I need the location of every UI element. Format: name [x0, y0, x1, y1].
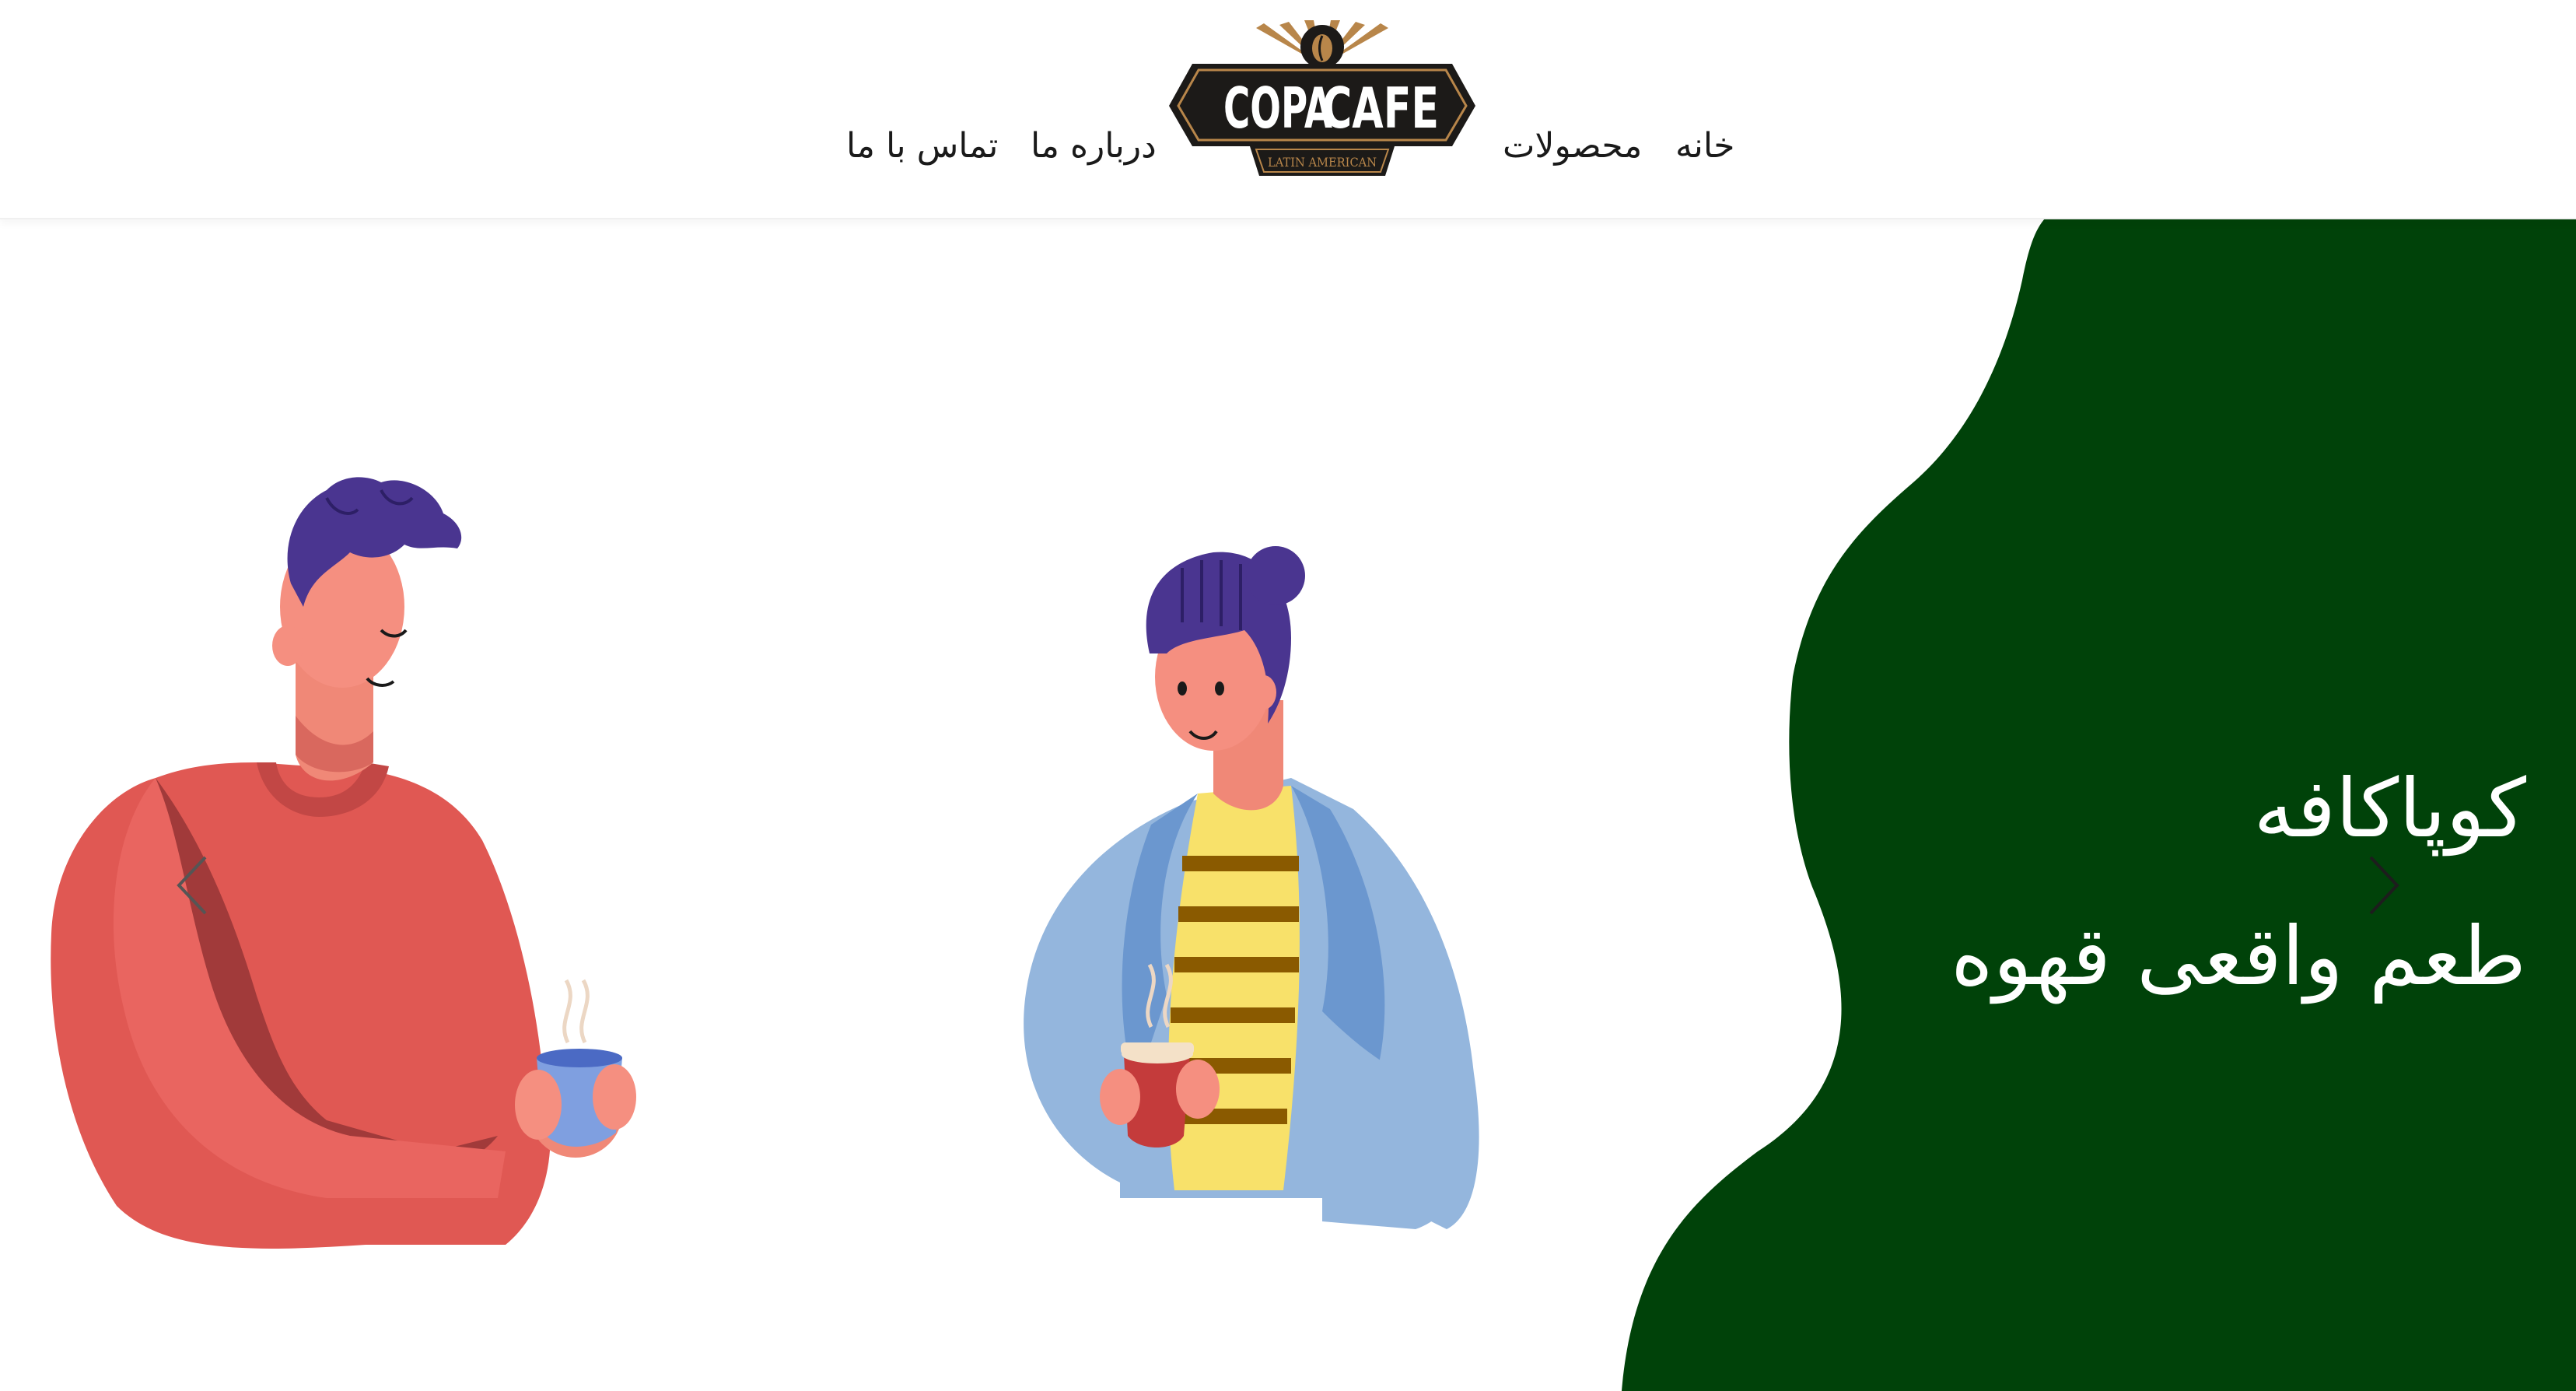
hero-title: کوپاکافه طعم واقعی قهوه: [1951, 734, 2526, 1030]
man-with-mug-illustration: [51, 477, 636, 1249]
logo-brand-left: COPA: [1223, 75, 1332, 141]
site-header: خانه محصولات COPA CAFE LATIN AMERICAN در…: [0, 0, 2576, 219]
steam-icon: [562, 979, 590, 1044]
coffee-bean-icon: [1312, 34, 1332, 62]
logo-tagline: LATIN AMERICAN: [1268, 155, 1377, 170]
chevron-right-icon[interactable]: [2364, 854, 2403, 916]
nav-item-products[interactable]: محصولات: [1503, 123, 1642, 170]
hero-title-line-1: کوپاکافه: [2253, 761, 2526, 856]
chevron-left-icon[interactable]: [173, 854, 212, 916]
nav-item-home[interactable]: خانه: [1675, 123, 1734, 170]
copacafe-logo[interactable]: COPA CAFE LATIN AMERICAN: [1163, 20, 1482, 185]
nav-item-about[interactable]: درباره ما: [1031, 123, 1157, 170]
woman-with-cup-illustration: [1024, 546, 1479, 1229]
nav-item-contact[interactable]: تماس با ما: [846, 123, 998, 170]
hero-title-line-2: طعم واقعی قهوه: [1951, 909, 2526, 1004]
hero-slider: کوپاکافه طعم واقعی قهوه: [0, 218, 2576, 1391]
logo-brand-right: CAFE: [1322, 75, 1439, 141]
